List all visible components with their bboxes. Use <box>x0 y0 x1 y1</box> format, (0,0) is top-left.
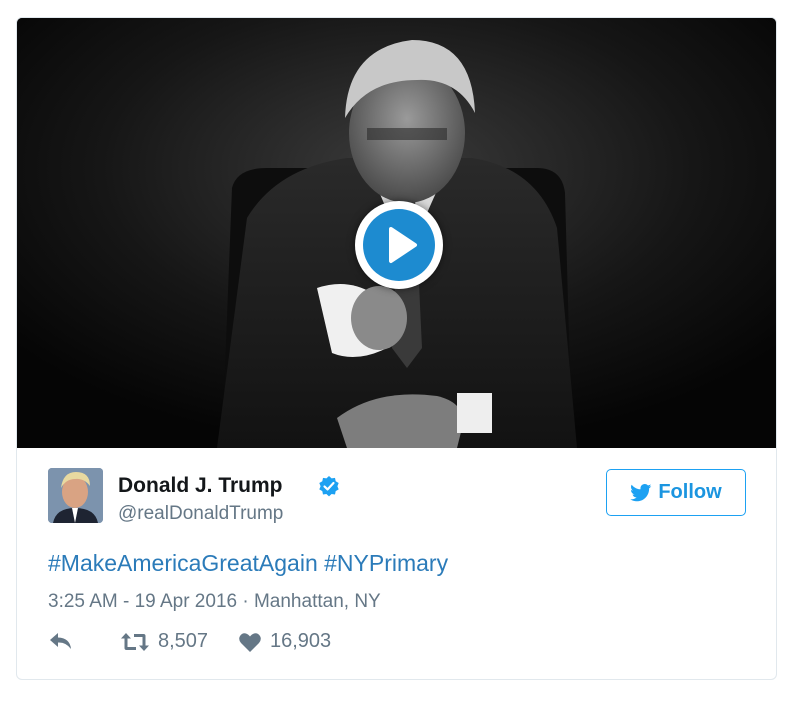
like-button[interactable]: 16,903 <box>238 630 331 653</box>
retweet-count: 8,507 <box>158 630 209 652</box>
verified-badge-icon <box>319 476 339 497</box>
twitter-bird-icon <box>630 483 652 501</box>
follow-button[interactable]: Follow <box>606 469 746 516</box>
hashtag-link[interactable]: #MakeAmericaGreatAgain <box>48 550 318 576</box>
tweet-text: #MakeAmericaGreatAgain #NYPrimary <box>48 550 448 577</box>
user-handle[interactable]: @realDonaldTrump <box>118 503 283 525</box>
tweet-location[interactable]: Manhattan, NY <box>254 591 381 612</box>
embedded-tweet-card: Donald J. Trump @realDonaldTrump Follow … <box>16 17 777 680</box>
play-button-circle <box>363 209 435 281</box>
video-thumbnail[interactable] <box>17 18 776 448</box>
tweet-actions: 8,507 16,903 <box>48 630 448 660</box>
heart-icon <box>239 632 261 652</box>
reply-button[interactable] <box>48 630 74 652</box>
retweet-icon <box>121 632 149 651</box>
avatar[interactable] <box>48 468 103 523</box>
avatar-image <box>48 468 103 523</box>
hashtag-link[interactable]: #NYPrimary <box>324 550 448 576</box>
follow-button-label: Follow <box>658 481 722 503</box>
play-icon <box>389 227 417 263</box>
user-display-name[interactable]: Donald J. Trump <box>118 474 283 498</box>
play-button[interactable] <box>355 201 443 289</box>
retweet-button[interactable]: 8,507 <box>120 630 208 653</box>
tweet-timestamp[interactable]: 3:25 AM - 19 Apr 2016 <box>48 591 237 612</box>
reply-icon <box>50 633 71 649</box>
tweet-metadata: 3:25 AM - 19 Apr 2016 · Manhattan, NY <box>48 591 381 613</box>
like-count: 16,903 <box>270 630 332 652</box>
meta-separator: · <box>237 591 254 612</box>
